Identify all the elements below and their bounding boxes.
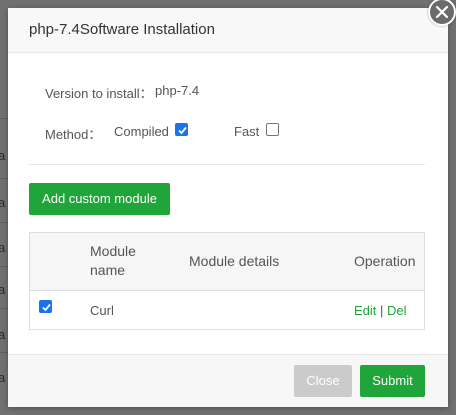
- row-select-checkbox[interactable]: [39, 300, 52, 313]
- table-header: Module name Module details Operation: [30, 233, 424, 291]
- version-value: php-7.4: [155, 83, 200, 98]
- operation-cell: Edit | Del: [354, 303, 407, 318]
- column-header-operation: Operation: [354, 253, 416, 269]
- module-table: Module name Module details Operation Cur…: [29, 232, 425, 330]
- background-row-text: ar: [0, 282, 6, 297]
- edit-link[interactable]: Edit: [354, 303, 376, 318]
- add-custom-module-button[interactable]: Add custom module: [29, 183, 170, 215]
- column-header-module-details: Module details: [189, 253, 280, 269]
- check-icon: [178, 126, 187, 135]
- dialog-header: php-7.4Software Installation: [8, 8, 448, 53]
- background-divider: [0, 178, 8, 179]
- version-label: Version to install：: [45, 86, 153, 101]
- background-row-text: ar: [0, 370, 6, 385]
- close-icon: [435, 5, 449, 19]
- background-row-text: ar: [0, 240, 6, 255]
- delete-link[interactable]: Del: [387, 303, 407, 318]
- background-row-text: ar: [0, 148, 6, 163]
- background-divider: [0, 118, 8, 119]
- background-divider: [0, 352, 8, 353]
- close-button[interactable]: Close: [294, 365, 352, 397]
- background-row-text: ar: [0, 327, 6, 342]
- method-fast-checkbox[interactable]: [266, 123, 279, 136]
- method-fast-label: Fast: [234, 124, 260, 139]
- install-dialog: php-7.4Software Installation Version to …: [8, 8, 448, 407]
- method-label: Method：: [45, 127, 102, 142]
- background-row-text: ar: [0, 195, 6, 210]
- dialog-title: php-7.4Software Installation: [29, 21, 215, 38]
- dialog-footer: Close Submit: [8, 354, 448, 407]
- section-divider: [29, 164, 425, 165]
- background-divider: [0, 308, 8, 309]
- method-compiled-label: Compiled: [114, 124, 169, 139]
- submit-button[interactable]: Submit: [360, 365, 425, 397]
- method-compiled-checkbox[interactable]: [175, 123, 188, 136]
- background-divider: [0, 222, 8, 223]
- check-icon: [42, 303, 51, 312]
- module-name-cell: Curl: [90, 303, 114, 318]
- column-header-module-name: Module name: [90, 243, 136, 278]
- background-divider: [0, 266, 8, 267]
- operation-separator: |: [380, 303, 384, 318]
